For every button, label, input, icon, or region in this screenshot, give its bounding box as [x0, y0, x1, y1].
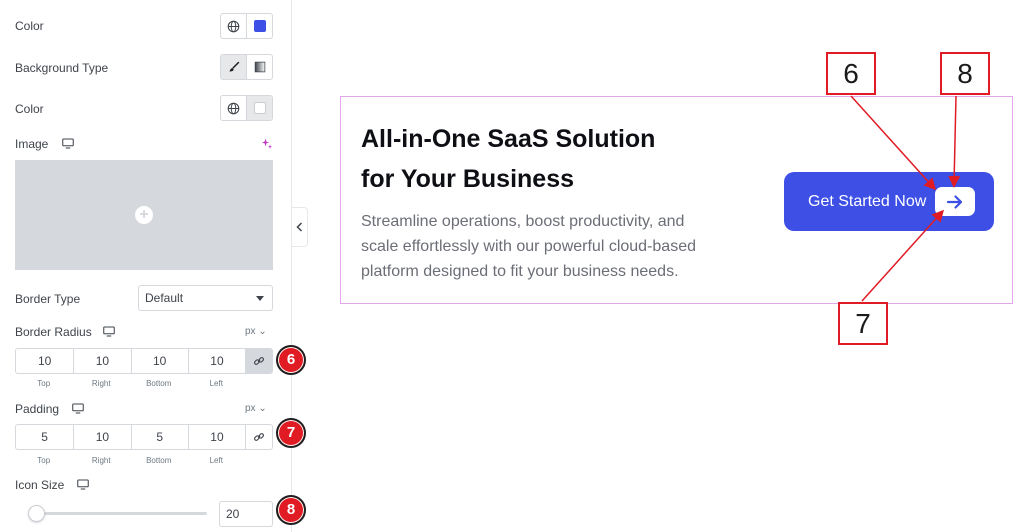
annotation-label-7: 7: [838, 302, 888, 345]
annotation-label-8: 8: [940, 52, 990, 95]
annotation-label-6: 6: [826, 52, 876, 95]
